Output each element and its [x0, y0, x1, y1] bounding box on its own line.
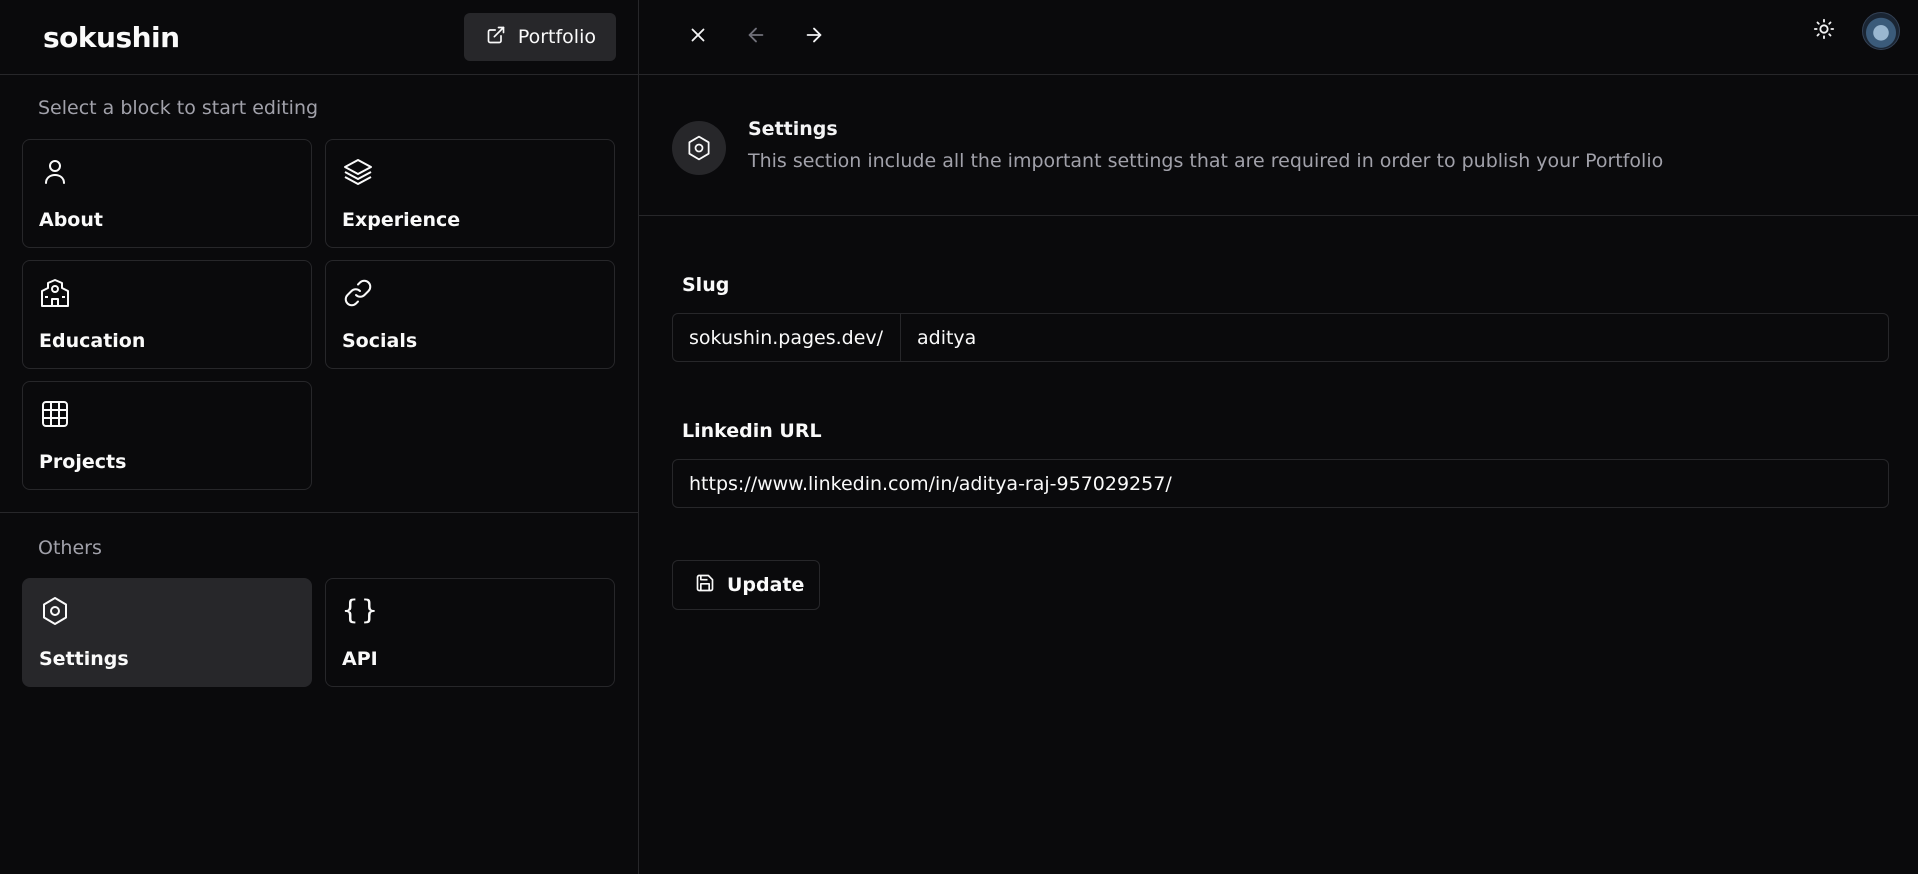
arrow-right-icon: [803, 24, 825, 50]
sidebar-divider: [0, 512, 638, 513]
arrow-left-icon: [745, 24, 767, 50]
theme-toggle-button[interactable]: [1812, 18, 1836, 44]
block-tile-settings[interactable]: Settings: [22, 578, 312, 687]
forward-button[interactable]: [795, 18, 833, 56]
page-title: Settings: [748, 118, 838, 140]
block-label-socials: Socials: [342, 330, 418, 352]
block-tile-experience[interactable]: Experience: [325, 139, 615, 248]
close-icon: [687, 24, 709, 50]
block-label-api: API: [342, 648, 378, 670]
settings-header: Settings This section include all the im…: [639, 75, 1918, 216]
brand-logo[interactable]: sokushin: [43, 21, 180, 54]
grid-icon: [39, 398, 71, 430]
block-label-experience: Experience: [342, 209, 461, 231]
slug-prefix: sokushin.pages.dev/: [673, 314, 901, 361]
topbar: [639, 0, 1918, 75]
braces-icon: {}: [342, 595, 381, 626]
block-tile-education[interactable]: Education: [22, 260, 312, 369]
blocks-section-label: Select a block to start editing: [38, 97, 319, 119]
others-section-label: Others: [38, 537, 102, 559]
portfolio-button-label: Portfolio: [517, 26, 596, 48]
hexagon-settings-icon: [672, 121, 726, 175]
school-icon: [39, 277, 71, 309]
sidebar: sokushin Portfolio Select a block to sta…: [0, 0, 639, 874]
block-label-projects: Projects: [39, 451, 127, 473]
app: sokushin Portfolio Select a block to sta…: [0, 0, 1918, 874]
block-tile-socials[interactable]: Socials: [325, 260, 615, 369]
block-tile-about[interactable]: About: [22, 139, 312, 248]
sun-icon: [1813, 18, 1835, 44]
block-tile-api[interactable]: {} API: [325, 578, 615, 687]
back-button[interactable]: [737, 18, 775, 56]
portfolio-button[interactable]: Portfolio: [463, 13, 616, 61]
update-button[interactable]: Update: [672, 560, 820, 610]
block-label-about: About: [39, 209, 103, 231]
layers-icon: [342, 156, 374, 188]
avatar[interactable]: [1862, 12, 1900, 50]
block-label-education: Education: [39, 330, 146, 352]
block-tile-projects[interactable]: Projects: [22, 381, 312, 490]
link-icon: [342, 277, 374, 309]
topbar-right: [1812, 12, 1900, 50]
close-button[interactable]: [679, 18, 717, 56]
page-description: This section include all the important s…: [748, 150, 1664, 172]
sidebar-header: sokushin Portfolio: [0, 0, 638, 75]
hexagon-settings-icon: [39, 595, 71, 627]
update-button-label: Update: [727, 574, 805, 596]
user-icon: [39, 156, 71, 188]
save-icon: [695, 573, 715, 598]
slug-field-group: sokushin.pages.dev/: [672, 313, 1889, 362]
linkedin-url-input[interactable]: [672, 459, 1889, 508]
slug-label: Slug: [682, 274, 730, 296]
linkedin-url-label: Linkedin URL: [682, 420, 822, 442]
external-link-icon: [486, 25, 506, 50]
block-label-settings: Settings: [39, 648, 129, 670]
main-panel: Settings This section include all the im…: [639, 0, 1918, 874]
slug-input[interactable]: [901, 314, 1888, 361]
